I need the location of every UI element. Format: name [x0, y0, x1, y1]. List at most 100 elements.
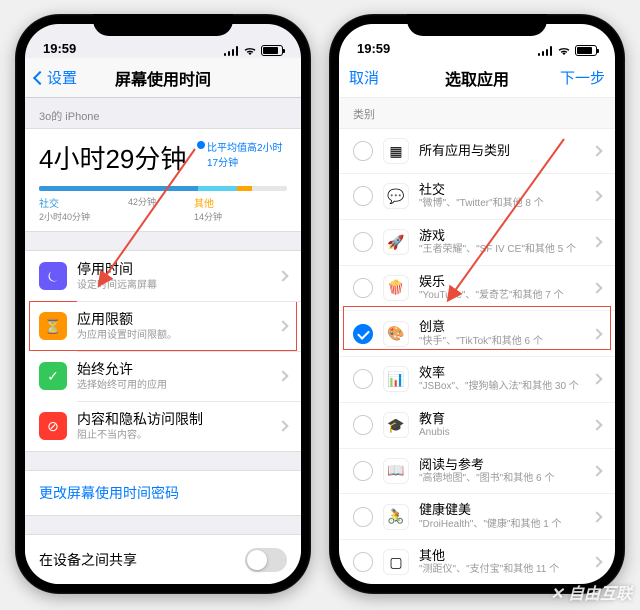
notch [407, 14, 547, 36]
chevron-right-icon [591, 191, 602, 202]
settings-row[interactable]: ⏳ 应用限额为应用设置时间限额。 [25, 301, 301, 351]
category-row[interactable]: ▢ 其他"测距仪"、"支付宝"和其他 11 个 [339, 539, 615, 584]
notch [93, 14, 233, 36]
row-icon: ⊘ [39, 412, 67, 440]
row-subtitle: 选择始终可用的应用 [77, 379, 269, 392]
cancel-label: 取消 [349, 67, 379, 88]
category-title: 阅读与参考 [419, 457, 583, 473]
category-icon: 📖 [383, 458, 409, 484]
chevron-right-icon [277, 420, 288, 431]
chevron-right-icon [591, 236, 602, 247]
battery-icon [575, 45, 597, 56]
category-icon: ▢ [383, 549, 409, 575]
row-title: 始终允许 [77, 360, 269, 378]
clock: 19:59 [357, 41, 390, 56]
category-subtitle: "DroiHealth"、"健康"和其他 1 个 [419, 519, 583, 532]
back-button[interactable]: 设置 [35, 67, 95, 88]
checkbox[interactable] [353, 507, 373, 527]
checkbox[interactable] [353, 186, 373, 206]
category-subtitle: "王者荣耀"、"SF IV CE"和其他 5 个 [419, 244, 583, 257]
watermark: ✕ 自由互联 [550, 580, 632, 604]
legend-value: 2小时40分钟 [39, 210, 90, 223]
wifi-icon [557, 46, 571, 56]
change-passcode-link[interactable]: 更改屏幕使用时间密码 [25, 470, 301, 516]
content-scroll[interactable]: 3o的 iPhone 4小时29分钟 比平均值高2小时17分钟 社交2小时40分… [25, 98, 301, 584]
category-title: 效率 [419, 365, 583, 381]
settings-row[interactable]: ⏾ 停用时间设定时间远离屏幕 [25, 251, 301, 301]
checkbox[interactable] [353, 324, 373, 344]
page-title: 屏幕使用时间 [95, 66, 231, 90]
settings-row[interactable]: ⊘ 内容和隐私访问限制阻止不当内容。 [25, 401, 301, 451]
settings-group: ⏾ 停用时间设定时间远离屏幕 ⏳ 应用限额为应用设置时间限额。 ✓ 始终允许选择… [25, 250, 301, 452]
legend-value: 42分钟 [128, 195, 156, 208]
chevron-right-icon [591, 282, 602, 293]
legend-value: 14分钟 [194, 210, 222, 223]
category-title: 娱乐 [419, 274, 583, 290]
section-header: 类别 [339, 98, 615, 129]
checkbox[interactable] [353, 461, 373, 481]
wifi-icon [243, 46, 257, 56]
category-title: 教育 [419, 411, 583, 427]
next-button[interactable]: 下一步 [545, 67, 605, 88]
category-row[interactable]: 🎓 教育Anubis [339, 402, 615, 448]
chevron-right-icon [591, 465, 602, 476]
chevron-right-icon [591, 374, 602, 385]
phone-left: 19:59 设置 屏幕使用时间 3o的 iPhone 4小时29分钟 [15, 14, 311, 594]
checkbox[interactable] [353, 552, 373, 572]
row-icon: ⏾ [39, 262, 67, 290]
total-time: 4小时29分钟 [39, 139, 186, 176]
screen-right: 19:59 取消 选取应用 下一步 类别 ▦ 所有应用与类别 💬 社交"微博"、… [339, 24, 615, 584]
category-title: 健康健美 [419, 502, 583, 518]
category-subtitle: "JSBox"、"搜狗输入法"和其他 30 个 [419, 381, 583, 394]
chevron-right-icon [591, 557, 602, 568]
row-icon: ✓ [39, 362, 67, 390]
category-icon: ▦ [383, 138, 409, 164]
chevron-right-icon [277, 370, 288, 381]
category-icon: 💬 [383, 183, 409, 209]
checkbox[interactable] [353, 415, 373, 435]
category-icon: 🚀 [383, 229, 409, 255]
category-title: 其他 [419, 548, 583, 564]
checkbox[interactable] [353, 278, 373, 298]
checkbox[interactable] [353, 369, 373, 389]
signal-icon [538, 46, 553, 56]
legend-item: 社交2小时40分钟 [39, 195, 90, 223]
checkbox[interactable] [353, 232, 373, 252]
category-row[interactable]: 🍿 娱乐"YouTube"、"爱奇艺"和其他 7 个 [339, 265, 615, 311]
settings-row[interactable]: ✓ 始终允许选择始终可用的应用 [25, 351, 301, 401]
chevron-right-icon [277, 270, 288, 281]
signal-icon [224, 46, 239, 56]
share-label: 在设备之间共享 [39, 551, 235, 569]
checkbox[interactable] [353, 141, 373, 161]
legend-label: 社交 [39, 195, 90, 210]
chevron-left-icon [33, 70, 47, 84]
row-icon: ⏳ [39, 312, 67, 340]
share-row[interactable]: 在设备之间共享 [25, 535, 301, 584]
back-label: 设置 [47, 67, 77, 88]
nav-bar: 设置 屏幕使用时间 [25, 58, 301, 98]
usage-summary[interactable]: 4小时29分钟 比平均值高2小时17分钟 社交2小时40分钟42分钟其他14分钟 [25, 128, 301, 232]
category-row[interactable]: 🚀 游戏"王者荣耀"、"SF IV CE"和其他 5 个 [339, 219, 615, 265]
category-row[interactable]: 🎨 创意"快手"、"TikTok"和其他 6 个 [339, 310, 615, 356]
category-icon: 📊 [383, 366, 409, 392]
usage-bar [39, 186, 287, 191]
row-subtitle: 为应用设置时间限额。 [77, 329, 269, 342]
category-row[interactable]: 📊 效率"JSBox"、"搜狗输入法"和其他 30 个 [339, 356, 615, 402]
category-row[interactable]: 🚴 健康健美"DroiHealth"、"健康"和其他 1 个 [339, 493, 615, 539]
category-subtitle: "YouTube"、"爱奇艺"和其他 7 个 [419, 290, 583, 303]
content-scroll[interactable]: 类别 ▦ 所有应用与类别 💬 社交"微博"、"Twitter"和其他 8 个 🚀… [339, 98, 615, 584]
legend-label: 其他 [194, 195, 222, 210]
chevron-right-icon [591, 328, 602, 339]
nav-bar: 取消 选取应用 下一步 [339, 58, 615, 98]
category-row[interactable]: 📖 阅读与参考"高德地图"、"图书"和其他 6 个 [339, 448, 615, 494]
row-subtitle: 阻止不当内容。 [77, 429, 269, 442]
category-title: 游戏 [419, 228, 583, 244]
category-row[interactable]: ▦ 所有应用与类别 [339, 129, 615, 173]
cancel-button[interactable]: 取消 [349, 67, 409, 88]
row-title: 内容和隐私访问限制 [77, 410, 269, 428]
category-subtitle: "快手"、"TikTok"和其他 6 个 [419, 336, 583, 349]
category-icon: 🍿 [383, 275, 409, 301]
share-toggle[interactable] [245, 548, 287, 572]
category-subtitle: "高德地图"、"图书"和其他 6 个 [419, 473, 583, 486]
category-row[interactable]: 💬 社交"微博"、"Twitter"和其他 8 个 [339, 173, 615, 219]
